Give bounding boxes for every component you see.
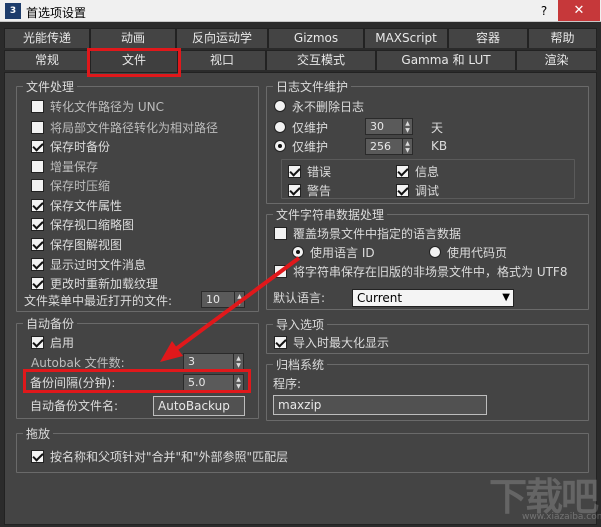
arrow-shaft — [174, 256, 301, 351]
watermark-url: www.xiazaiba.com — [522, 512, 601, 522]
annotation-arrow — [160, 256, 301, 362]
